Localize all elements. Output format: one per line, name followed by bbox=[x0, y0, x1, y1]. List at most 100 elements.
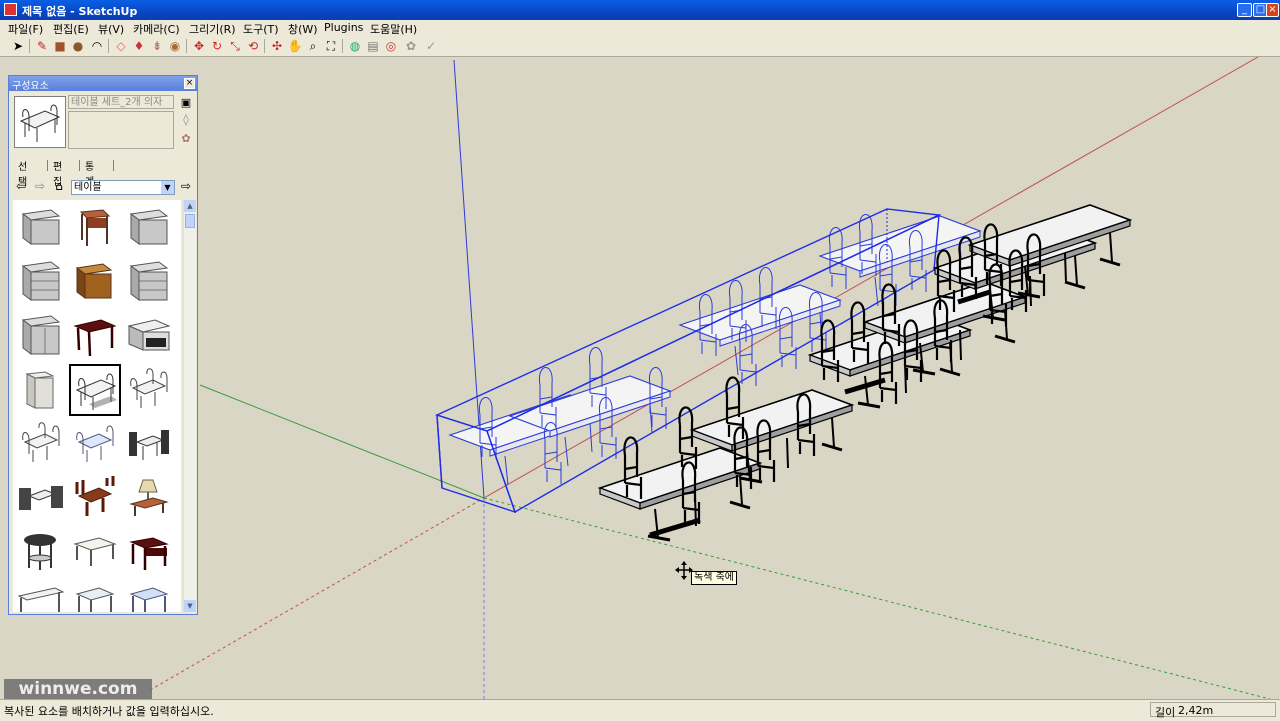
green-axis bbox=[483, 497, 1271, 699]
components-panel-title: 구성요소 bbox=[12, 81, 49, 92]
forward-arrow-icon[interactable]: ⇨ bbox=[33, 179, 47, 193]
pencil-tool-icon[interactable]: ✎ bbox=[34, 38, 50, 54]
push-pull-tool-icon[interactable]: ⇟ bbox=[149, 38, 165, 54]
tab-divider bbox=[79, 160, 80, 171]
component-thumbnail[interactable] bbox=[15, 310, 67, 362]
rectangle-tool-icon[interactable]: ■ bbox=[52, 38, 68, 54]
table-row-middle[interactable] bbox=[808, 280, 1027, 409]
grey-dresser-icon bbox=[129, 261, 169, 301]
create-component-icon[interactable]: ◊ bbox=[179, 113, 193, 127]
menu-camera[interactable]: 카메라(C) bbox=[133, 21, 180, 37]
component-thumbnail[interactable] bbox=[69, 580, 121, 612]
collection-dropdown[interactable]: 테이블 ▼ bbox=[71, 180, 175, 195]
component-thumbnail[interactable] bbox=[15, 256, 67, 308]
chevron-down-icon[interactable]: ▼ bbox=[161, 181, 174, 194]
component-thumbnail[interactable] bbox=[123, 256, 175, 308]
components-grid bbox=[13, 200, 181, 612]
blue-table-set-icon bbox=[76, 425, 114, 462]
menu-tools[interactable]: 도구(T) bbox=[243, 21, 279, 37]
component-thumbnail[interactable] bbox=[69, 256, 121, 308]
measurements-box[interactable]: 길이 2,42m bbox=[1150, 702, 1276, 719]
component-thumbnail[interactable] bbox=[15, 202, 67, 254]
eraser-tool-icon[interactable]: ◇ bbox=[113, 38, 129, 54]
move-tool-icon[interactable]: ✥ bbox=[191, 38, 207, 54]
zoom-extents-icon[interactable]: ⛶ bbox=[323, 38, 339, 54]
orbit-tool-icon[interactable]: ✣ bbox=[269, 38, 285, 54]
watermark-logo: winnwe.com bbox=[4, 679, 152, 699]
component-thumbnail[interactable] bbox=[15, 580, 67, 612]
grey-cabinet-icon bbox=[21, 209, 61, 245]
pan-tool-icon[interactable]: ✋ bbox=[287, 38, 303, 54]
component-thumbnail[interactable] bbox=[123, 364, 175, 416]
zoom-tool-icon[interactable]: ⌕ bbox=[305, 38, 321, 54]
console-table-icon bbox=[17, 587, 65, 612]
status-bar: 복사된 요소를 배치하거나 값을 입력하십시오. 길이 2,42m bbox=[0, 699, 1280, 721]
component-thumbnail[interactable] bbox=[123, 418, 175, 470]
menu-plugins[interactable]: Plugins bbox=[324, 21, 363, 34]
component-preview bbox=[14, 96, 66, 148]
table-set-2-chairs-icon bbox=[75, 373, 117, 410]
component-thumbnail[interactable] bbox=[15, 472, 67, 524]
components-browser-icon[interactable]: ✿ bbox=[179, 132, 193, 146]
component-thumbnail[interactable] bbox=[69, 310, 121, 362]
component-thumbnail[interactable] bbox=[15, 364, 67, 416]
blue-glass-table-icon bbox=[129, 587, 169, 612]
components-panel: 구성요소 × 테이블 세트_2개 의자 ▣ ◊ ✿ 선택 편집 통계 ⇦ ⇨ ⌂… bbox=[8, 75, 198, 615]
model-info-icon[interactable]: ▣ bbox=[179, 96, 193, 110]
share-model-icon[interactable]: ▤ bbox=[365, 38, 381, 54]
component-thumbnail[interactable] bbox=[69, 418, 121, 470]
component-name-field[interactable]: 테이블 세트_2개 의자 bbox=[68, 95, 174, 109]
component-thumbnail[interactable] bbox=[123, 580, 175, 612]
minimize-button[interactable]: _ bbox=[1237, 3, 1252, 17]
menu-draw[interactable]: 그리기(R) bbox=[189, 21, 236, 37]
measurements-label: 길이 bbox=[1155, 706, 1176, 719]
menu-view[interactable]: 뷰(V) bbox=[98, 21, 124, 37]
rotate-tool-icon[interactable]: ↻ bbox=[209, 38, 225, 54]
dynamic-components-icon[interactable]: ✓ bbox=[423, 38, 439, 54]
component-thumbnail[interactable] bbox=[69, 526, 121, 578]
toolbar-separator bbox=[342, 39, 343, 53]
home-icon[interactable]: ⌂ bbox=[52, 179, 66, 193]
component-description-field[interactable] bbox=[68, 111, 174, 149]
follow-me-tool-icon[interactable]: ⟲ bbox=[245, 38, 261, 54]
scroll-down-button[interactable]: ▼ bbox=[184, 600, 196, 612]
window-title: 제목 없음 - SketchUp bbox=[22, 5, 138, 18]
component-thumbnail[interactable] bbox=[15, 418, 67, 470]
component-thumbnail[interactable] bbox=[123, 472, 175, 524]
menu-edit[interactable]: 편집(E) bbox=[53, 21, 89, 37]
measurements-value[interactable]: 2,42m bbox=[1178, 704, 1213, 717]
arc-tool-icon[interactable]: ◠ bbox=[89, 38, 105, 54]
select-tool-icon[interactable]: ➤ bbox=[10, 38, 26, 54]
component-thumbnail[interactable] bbox=[69, 202, 121, 254]
component-thumbnail[interactable] bbox=[15, 526, 67, 578]
components-icon[interactable]: ✿ bbox=[403, 38, 419, 54]
scale-tool-icon[interactable]: ⤡ bbox=[227, 38, 243, 54]
white-cabinet-icon bbox=[25, 371, 55, 409]
components-scrollbar[interactable]: ▲ ▼ bbox=[183, 200, 196, 612]
panel-close-button[interactable]: × bbox=[184, 78, 195, 89]
close-button[interactable]: × bbox=[1266, 3, 1279, 17]
google-earth-icon[interactable]: ◎ bbox=[383, 38, 399, 54]
back-arrow-icon[interactable]: ⇦ bbox=[14, 179, 28, 193]
component-thumbnail[interactable] bbox=[123, 202, 175, 254]
offset-tool-icon[interactable]: ◉ bbox=[167, 38, 183, 54]
circle-tool-icon[interactable]: ● bbox=[70, 38, 86, 54]
menu-help[interactable]: 도움말(H) bbox=[370, 21, 417, 37]
tab-divider bbox=[47, 160, 48, 171]
components-panel-titlebar[interactable]: 구성요소 × bbox=[9, 76, 197, 92]
booth-seating-icon bbox=[19, 486, 63, 510]
component-thumbnail[interactable] bbox=[69, 472, 121, 524]
component-thumbnail[interactable] bbox=[123, 526, 175, 578]
dark-wood-table-icon bbox=[73, 319, 117, 357]
paint-bucket-tool-icon[interactable]: ♦ bbox=[131, 38, 147, 54]
scroll-thumb[interactable] bbox=[185, 214, 195, 228]
menu-window[interactable]: 창(W) bbox=[288, 21, 318, 37]
menu-bar: 파일(F) 편집(E) 뷰(V) 카메라(C) 그리기(R) 도구(T) 창(W… bbox=[0, 20, 1280, 36]
component-thumbnail[interactable] bbox=[123, 310, 175, 362]
scroll-up-button[interactable]: ▲ bbox=[184, 200, 196, 212]
toolbar-separator bbox=[29, 39, 30, 53]
details-arrow-icon[interactable]: ⇨ bbox=[179, 179, 193, 193]
menu-file[interactable]: 파일(F) bbox=[8, 21, 43, 37]
component-thumbnail-selected[interactable] bbox=[69, 364, 121, 416]
3d-warehouse-icon[interactable]: ◍ bbox=[347, 38, 363, 54]
